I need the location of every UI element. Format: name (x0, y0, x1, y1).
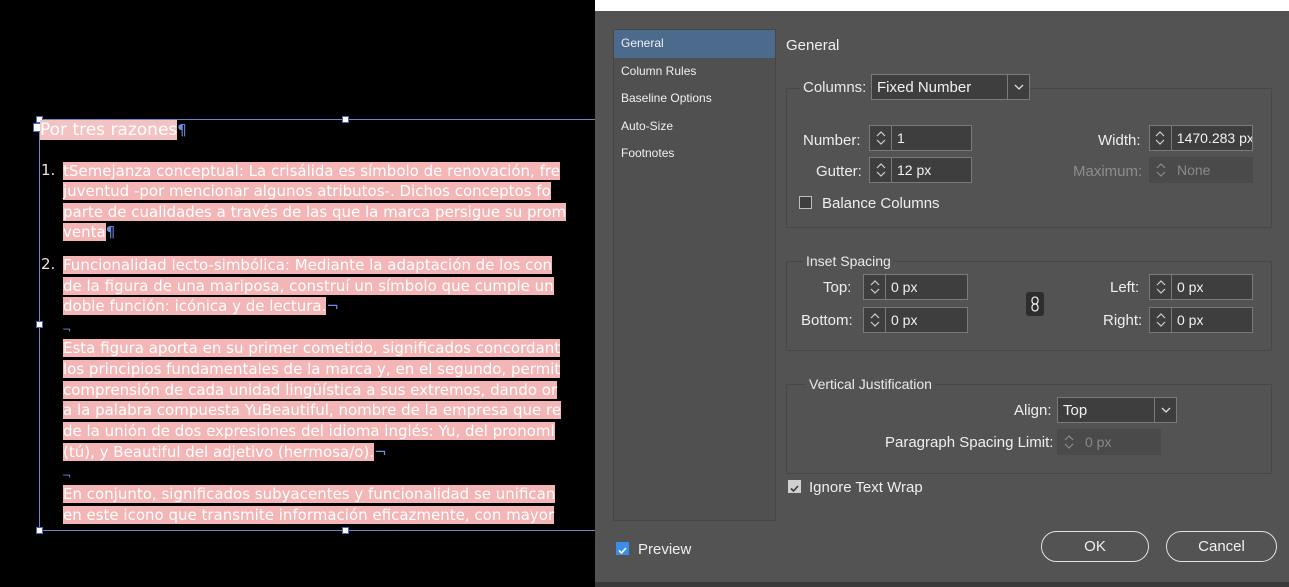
document-title: Por tres razones¶ (40, 120, 187, 140)
nav-item-baseline-options[interactable]: Baseline Options (614, 85, 775, 113)
number-stepper[interactable]: 1 (869, 125, 972, 151)
balance-columns-checkbox[interactable] (799, 196, 812, 209)
document-title-text: Por tres razones (40, 120, 178, 140)
ok-button[interactable]: OK (1041, 531, 1149, 562)
vertical-justification-label: Vertical Justification (806, 376, 935, 392)
inset-bottom-stepper[interactable]: 0 px (863, 307, 968, 333)
stepper-arrows-icon[interactable] (1150, 275, 1172, 299)
text-frame-options-dialog: General Column Rules Baseline Options Au… (595, 11, 1289, 587)
dialog-bottom-edge (595, 582, 1289, 587)
paragraph-line: a la palabra compuesta YuBeautiful, nomb… (63, 401, 562, 419)
checkmark-icon (618, 547, 627, 555)
balance-columns-label[interactable]: Balance Columns (822, 195, 940, 212)
paragraph-line: (tú), y Beautiful del adjetivo (hermosa/… (63, 443, 387, 461)
number-label: Number: (803, 132, 861, 149)
line-break-mark: ¬ (374, 443, 387, 461)
preview-label[interactable]: Preview (638, 541, 691, 558)
dialog-nav: General Column Rules Baseline Options Au… (613, 29, 776, 521)
paragraph-line: de la figura de una mariposa, construí u… (63, 277, 554, 295)
paragraph-line: tSemejanza conceptual: La crisálida es s… (63, 162, 560, 180)
paragraph-line: los principios fundamentales de la marca… (63, 360, 561, 378)
ignore-text-wrap-checkbox[interactable] (788, 480, 801, 493)
paragraph-line: En conjunto, significados subyacentes y … (63, 485, 556, 503)
stepper-arrows-icon (1150, 158, 1172, 182)
ignore-text-wrap-label[interactable]: Ignore Text Wrap (809, 479, 923, 496)
pilcrow-mark: ¶ (105, 223, 116, 241)
paragraph-line: en este icono que transmite información … (63, 506, 555, 524)
gutter-stepper[interactable]: 12 px (869, 157, 972, 183)
nav-item-column-rules[interactable]: Column Rules (614, 58, 775, 86)
gutter-label: Gutter: (816, 163, 862, 180)
frame-handle-bottom-left[interactable] (36, 527, 43, 534)
paragraph-line: venta¶ (63, 223, 116, 241)
paragraph-line: Esta figura aporta en su primer cometido… (63, 339, 561, 357)
pilcrow-mark: ¶ (177, 121, 187, 139)
width-label: Width: (1098, 132, 1141, 149)
inset-bottom-label: Bottom: (801, 312, 853, 329)
checkmark-icon (790, 485, 799, 493)
paragraph-spacing-limit-stepper: 0 px (1057, 429, 1161, 455)
paragraph-line: juventud -por mencionar algunos atributo… (63, 182, 551, 200)
align-value: Top (1063, 401, 1088, 419)
nav-item-auto-size[interactable]: Auto-Size (614, 113, 775, 141)
inset-top-value: 0 px (891, 279, 918, 295)
stepper-arrows-icon[interactable] (870, 158, 892, 182)
width-stepper[interactable]: 1470.283 px (1149, 125, 1253, 151)
chevron-down-icon (1154, 398, 1176, 422)
maximum-stepper: None (1149, 157, 1253, 183)
paragraph-line: de la unión de dos expresiones del idiom… (63, 422, 555, 440)
document-canvas[interactable]: Por tres razones¶ 1. tSemejanza conceptu… (0, 0, 595, 587)
inset-right-value: 0 px (1177, 312, 1204, 328)
columns-label: Columns: (800, 79, 870, 96)
inset-top-stepper[interactable]: 0 px (863, 274, 968, 300)
maximum-value: None (1177, 162, 1211, 178)
panel-title: General (786, 37, 840, 54)
stepper-arrows-icon[interactable] (870, 126, 892, 150)
stepper-arrows-icon[interactable] (864, 275, 886, 299)
cancel-button[interactable]: Cancel (1166, 531, 1277, 562)
number-value: 1 (897, 130, 905, 146)
paragraph-line: comprensión de cada unidad lingüística a… (63, 381, 558, 399)
stepper-arrows-icon[interactable] (864, 308, 886, 332)
width-value: 1470.283 px (1176, 130, 1252, 146)
paragraph-line: parte de cualidades a través de las que … (63, 203, 567, 221)
frame-handle-top-center[interactable] (342, 116, 349, 123)
dialog-title-bar[interactable] (595, 0, 1289, 11)
inset-right-stepper[interactable]: 0 px (1149, 307, 1253, 333)
paragraph-spacing-limit-value: 0 px (1085, 434, 1112, 450)
columns-type-select[interactable]: Fixed Number (871, 74, 1030, 100)
inset-bottom-value: 0 px (891, 312, 918, 328)
inset-spacing-label: Inset Spacing (803, 253, 894, 269)
preview-checkbox[interactable] (616, 542, 629, 555)
inset-top-label: Top: (823, 279, 852, 296)
frame-handle-bottom-center[interactable] (342, 527, 349, 534)
gutter-value: 12 px (897, 162, 932, 178)
inset-left-label: Left: (1110, 279, 1140, 296)
nav-item-general[interactable]: General (614, 30, 775, 58)
line-break-mark: ¬ (62, 323, 72, 336)
frame-handle-middle-left[interactable] (36, 321, 43, 328)
paragraph-line: Funcionalidad lecto-simbólica: Mediante … (63, 256, 553, 274)
columns-type-value: Fixed Number (877, 78, 972, 96)
list-number: 2. (41, 255, 56, 273)
inset-right-label: Right: (1103, 312, 1143, 329)
inset-left-value: 0 px (1177, 279, 1204, 295)
stepper-arrows-icon (1058, 430, 1080, 454)
stepper-arrows-icon[interactable] (1150, 308, 1172, 332)
maximum-label: Maximum: (1073, 163, 1143, 180)
stepper-arrows-icon[interactable] (1150, 126, 1172, 150)
paragraph-line: doble función: icónica y de lectura.¬ (63, 297, 339, 315)
line-break-mark: ¬ (326, 297, 339, 315)
line-break-mark: ¬ (62, 469, 72, 482)
list-number: 1. (41, 161, 56, 179)
vertical-justification-group (786, 384, 1272, 474)
inset-left-stepper[interactable]: 0 px (1149, 274, 1253, 300)
chain-link-icon[interactable] (1026, 292, 1044, 316)
nav-item-footnotes[interactable]: Footnotes (614, 140, 775, 168)
chevron-down-icon (1007, 75, 1029, 99)
align-select[interactable]: Top (1057, 397, 1177, 423)
paragraph-spacing-limit-label: Paragraph Spacing Limit: (885, 434, 1054, 451)
align-label: Align: (1014, 402, 1052, 419)
